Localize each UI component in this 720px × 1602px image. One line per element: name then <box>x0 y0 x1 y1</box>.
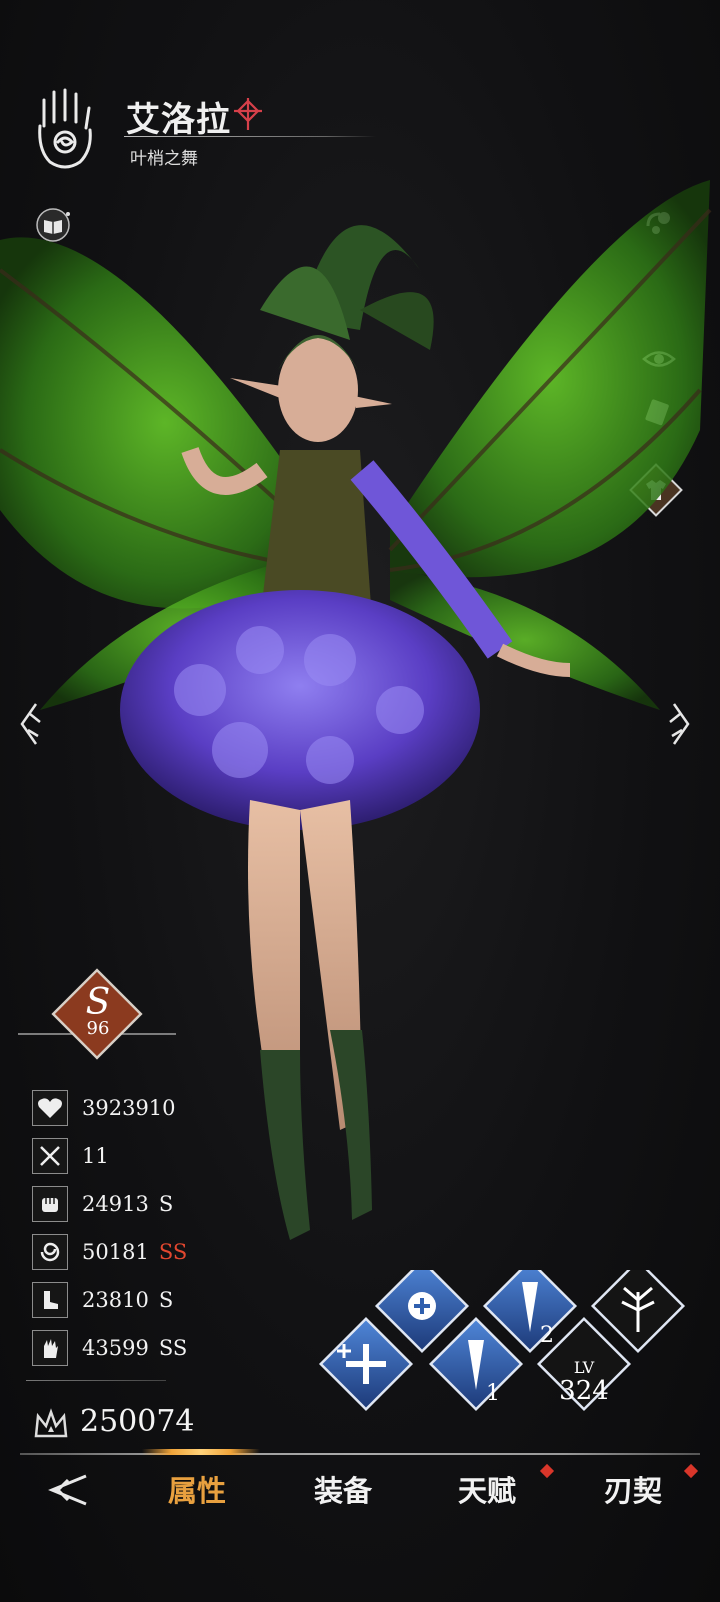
back-icon[interactable] <box>38 1470 92 1510</box>
talent-tree-icon[interactable] <box>590 1270 686 1354</box>
heart-icon <box>32 1090 68 1126</box>
tab-talent[interactable]: 天赋 <box>458 1468 516 1518</box>
stat-value: 50181 <box>82 1240 149 1264</box>
skill-sword-2[interactable] <box>482 1270 578 1354</box>
level-value: 324 <box>559 1376 609 1406</box>
stat-value: 23810 <box>82 1288 149 1312</box>
stat-row-attack-count: 11 <box>32 1138 332 1174</box>
stat-row-hp: 3923910 <box>32 1090 332 1126</box>
skill-eye-heal[interactable] <box>374 1270 470 1354</box>
stat-grade: SS <box>158 1336 188 1360</box>
boot-icon <box>32 1282 68 1318</box>
blade-pact-notification-dot <box>683 1463 699 1479</box>
stat-grade: SS <box>158 1240 188 1264</box>
character-name: 艾洛拉 <box>126 100 231 140</box>
stat-value: 43599 <box>82 1336 149 1360</box>
tab-equipment[interactable]: 装备 <box>314 1468 372 1518</box>
crown-icon <box>34 1408 68 1438</box>
skills-panel: 1 2 <box>318 1270 686 1412</box>
swirl-icon <box>32 1234 68 1270</box>
crossed-swords-icon <box>32 1138 68 1174</box>
power-value: 250074 <box>80 1404 195 1439</box>
stat-row-defense: 43599 SS <box>32 1330 332 1366</box>
fist-icon <box>32 1186 68 1222</box>
talent-notification-dot <box>539 1463 555 1479</box>
stat-grade: S <box>158 1192 174 1216</box>
skill-sword-1[interactable] <box>428 1316 524 1412</box>
stat-value: 24913 <box>82 1192 149 1216</box>
stat-value: 11 <box>82 1144 109 1168</box>
grade-rank: S <box>85 982 111 1023</box>
stat-value: 3923910 <box>82 1096 176 1120</box>
grade-level: 96 <box>86 1018 110 1039</box>
character-illustration <box>0 180 712 1240</box>
stat-row-skill: 50181 SS <box>32 1234 332 1270</box>
level-label: LV <box>573 1358 595 1377</box>
stat-grade: S <box>158 1288 174 1312</box>
knot-icon <box>234 98 262 130</box>
name-underline <box>124 136 376 137</box>
stat-row-attack: 24913 S <box>32 1186 332 1222</box>
hand-icon <box>32 1330 68 1366</box>
tab-blade-pact[interactable]: 刃契 <box>604 1468 662 1518</box>
skill1-num: 1 <box>486 1381 500 1406</box>
nav-divider <box>20 1453 700 1455</box>
skill-heal-plus[interactable] <box>318 1316 414 1412</box>
stat-row-speed: 23810 S <box>32 1282 332 1318</box>
skill2-num: 2 <box>540 1323 554 1348</box>
stats-divider <box>26 1380 166 1381</box>
tab-attributes[interactable]: 属性 <box>168 1468 226 1518</box>
nav-active-indicator <box>142 1449 260 1455</box>
